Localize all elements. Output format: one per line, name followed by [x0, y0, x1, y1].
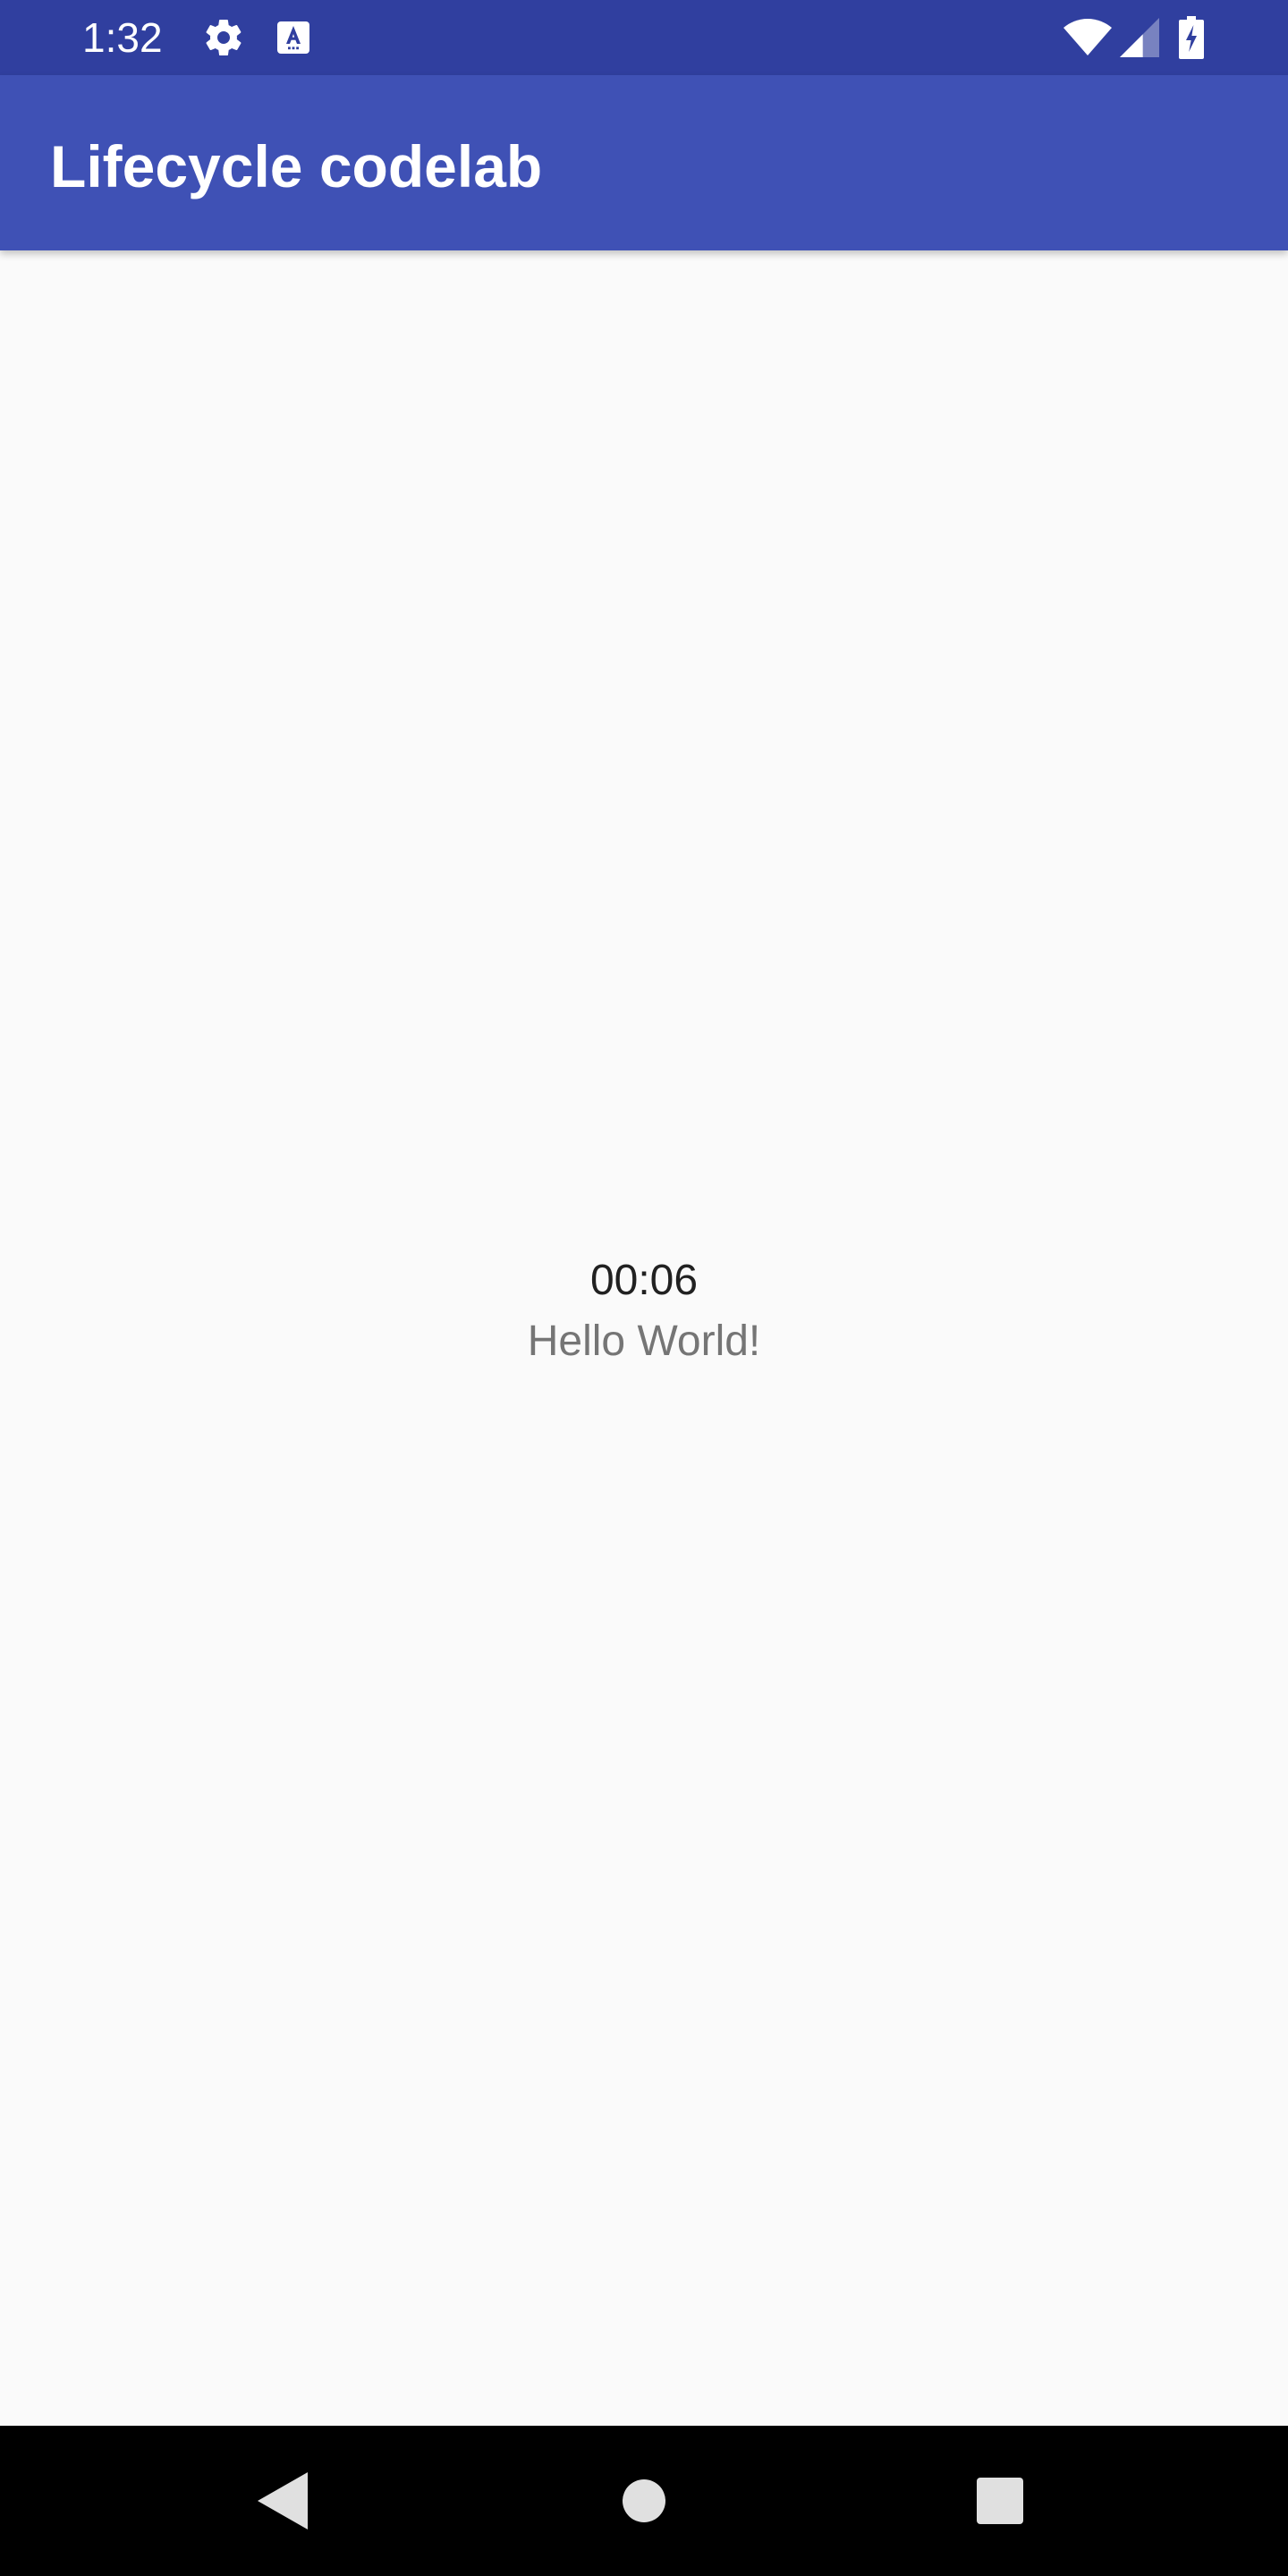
navigation-bar	[0, 2426, 1288, 2576]
text-a-icon	[272, 16, 315, 59]
recents-icon[interactable]	[964, 2465, 1036, 2537]
back-icon[interactable]	[247, 2465, 318, 2537]
timer-text: 00:06	[589, 1257, 699, 1304]
main-content: 00:06 Hello World!	[0, 250, 1288, 2426]
status-time: 1:32	[82, 14, 163, 61]
wifi-icon	[1063, 16, 1113, 59]
battery-charging-icon	[1179, 16, 1204, 59]
app-title: Lifecycle codelab	[50, 133, 543, 199]
cell-signal-icon	[1120, 18, 1159, 57]
app-bar: Lifecycle codelab	[0, 75, 1288, 250]
hello-world-text: Hello World!	[527, 1318, 761, 1365]
home-icon[interactable]	[608, 2465, 680, 2537]
timer-block: 00:06 Hello World!	[0, 1252, 1288, 1370]
gear-icon	[202, 16, 245, 59]
status-bar: 1:32	[0, 0, 1288, 75]
app-screen: 1:32 Lifecycle codelab 00:06 Hello World…	[0, 0, 1288, 2576]
